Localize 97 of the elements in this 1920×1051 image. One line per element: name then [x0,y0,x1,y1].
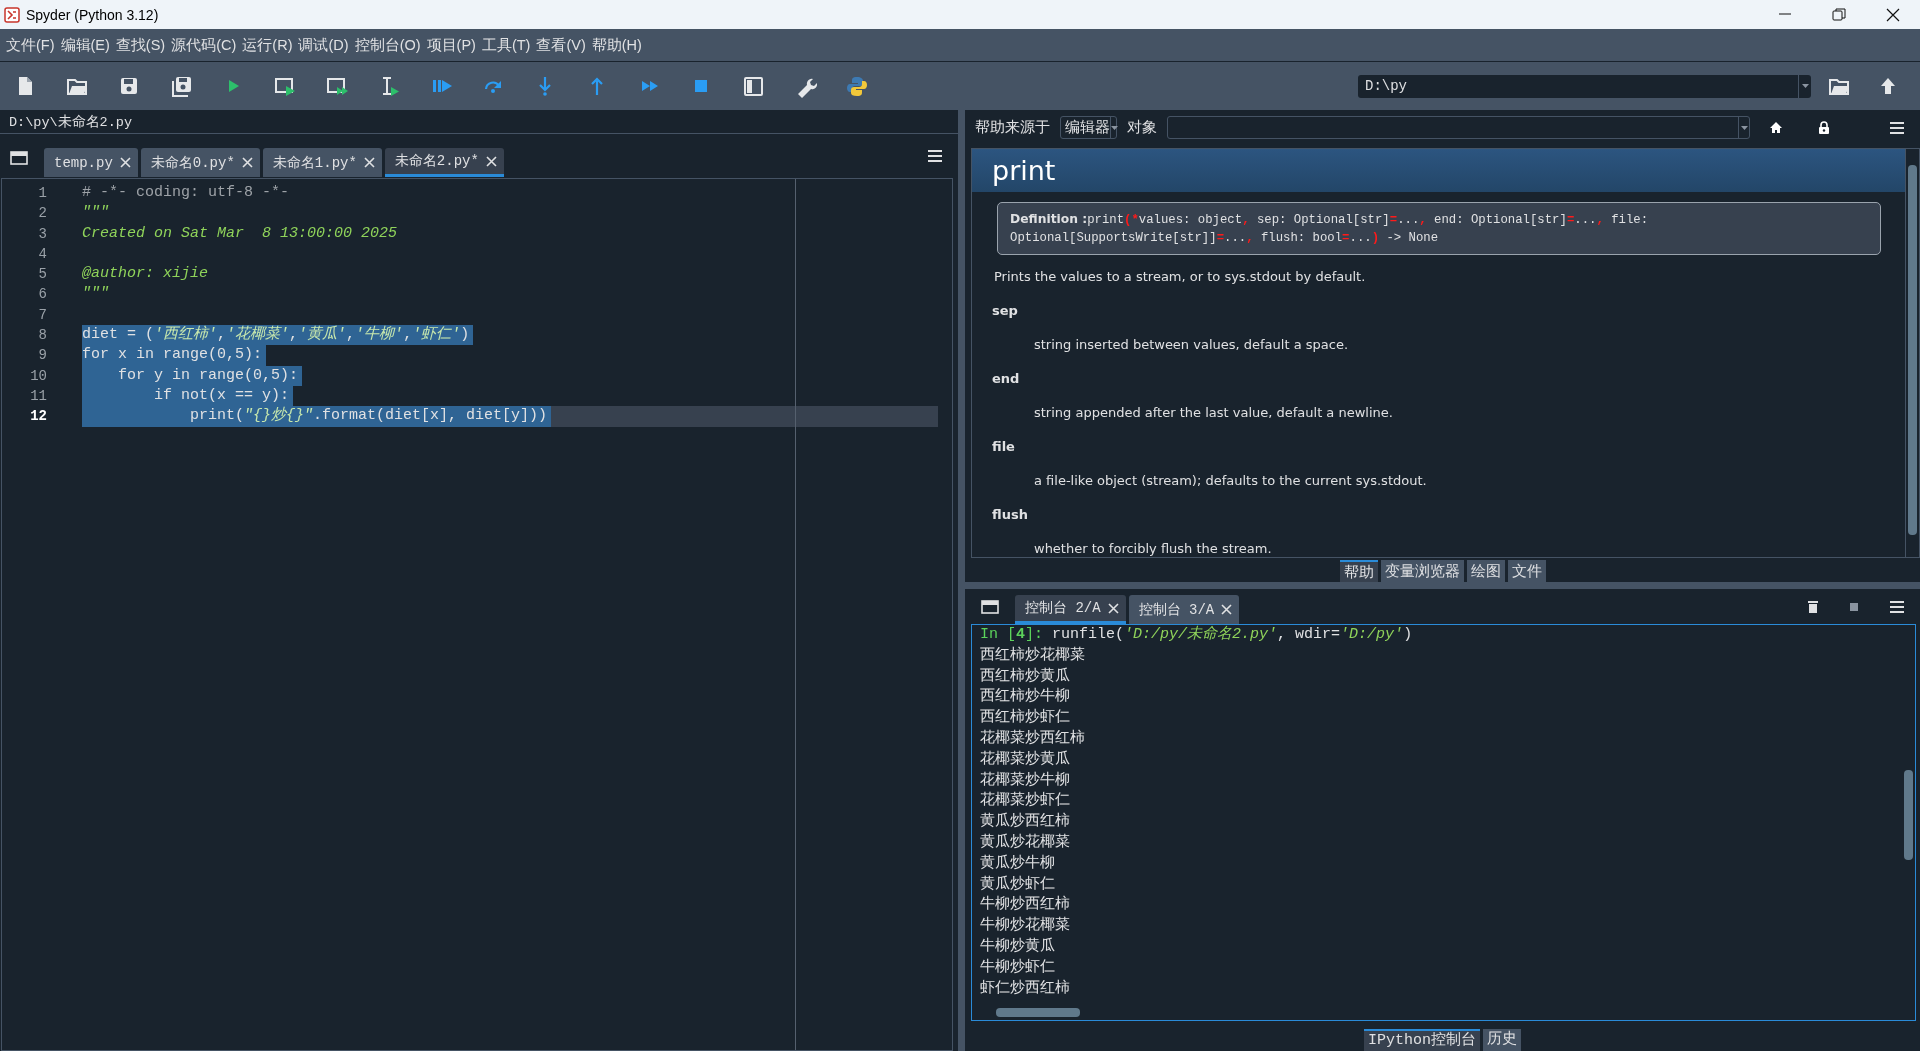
menu-item[interactable]: 帮助(H) [588,35,645,55]
console-output-line: 牛柳炒虾仁 [980,957,1056,978]
home-icon[interactable] [1770,122,1782,133]
line-number: 2 [37,204,47,224]
parameter-description: a file-like object (stream); defaults to the current sys.stdout. [1034,473,1428,488]
parameter-description: string appended after the last value, default a newline. [1034,405,1394,420]
console-output-line: 花椰菜炒虾仁 [980,791,1071,812]
line-number: 4 [37,244,47,264]
tab[interactable]: 未命名0.py* [140,148,260,177]
folder-icon[interactable] [1829,76,1850,96]
menu-item[interactable]: 控制台(O) [351,35,424,55]
console-output-line: 牛柳炒黄瓜 [980,936,1056,957]
file-path: D:\py\未命名2.py [9,113,132,131]
up-arrow-icon[interactable] [1880,77,1896,95]
tab[interactable]: temp.py [44,148,138,177]
menu-item[interactable]: 源代码(C) [168,35,240,55]
trash-icon[interactable] [1808,600,1818,613]
stop-icon[interactable] [1850,602,1858,611]
code-line: # -*- coding: utf-8 -*- [82,183,291,203]
console-output-line: 花椰菜炒西红柿 [980,729,1086,749]
parameter-description: string inserted between values, default a space. [1034,337,1350,352]
console-output-line: 黄瓜炒虾仁 [980,874,1056,895]
code-line: """ [82,284,110,305]
definition-box: Definition :print(*values: object, sep: Optional[str]=..., end: Optional[str]=..., file: Optional[SupportsWrite[str]]=..., flush: bool=...) -> None [997,202,1881,255]
pane-tab[interactable]: 帮助 [1339,560,1378,582]
line-number: 10 [29,366,47,386]
working-directory-field[interactable]: D:\py [1358,74,1811,98]
menu-icon[interactable] [928,149,942,162]
object-label: 对象 [1127,118,1157,137]
line-number: 3 [37,224,47,244]
source-dropdown[interactable]: 编辑器 [1060,116,1117,139]
app-logo-icon [4,6,20,23]
console-output-line: 黄瓜炒牛柳 [980,853,1056,874]
console-command: In [4]: runfile('D:/py/未命名2.py', wdir='D:/py') [980,625,1414,645]
source-label: 帮助来源于 [975,118,1050,137]
console-output-line: 花椰菜炒黄瓜 [980,749,1071,770]
pane-tab[interactable]: 文件 [1507,560,1546,582]
menu-item[interactable]: 编辑(E) [57,35,113,55]
console-output-line: 西红柿炒虾仁 [980,708,1071,729]
menu-item[interactable]: 运行(R) [239,35,296,55]
console-output-line: 牛柳炒西红柿 [980,895,1071,916]
menu-item[interactable]: 文件(F) [3,35,58,55]
console-output-line: 西红柿炒黄瓜 [980,666,1071,687]
restore-icon[interactable] [1832,7,1846,22]
console-output-line: 黄瓜炒西红柿 [980,812,1071,833]
console-output-line: 花椰菜炒牛柳 [980,770,1071,791]
menu-item[interactable]: 查看(V) [533,35,589,55]
close-icon[interactable] [1886,7,1900,22]
console-output-line: 虾仁炒西红柿 [980,978,1071,999]
line-number: 11 [29,386,47,406]
console-output-line: 西红柿炒花椰菜 [980,645,1086,666]
parameter-name: end [992,371,1021,386]
tab[interactable]: 控制台 2/A [1015,595,1126,624]
scrollbar[interactable] [1905,149,1919,557]
console-output-line: 西红柿炒牛柳 [980,687,1071,708]
console-output-line: 黄瓜炒花椰菜 [980,832,1071,853]
window-icon[interactable] [10,150,28,165]
dropdown-arrow-icon[interactable] [1801,84,1809,88]
menu-item[interactable]: 工具(T) [478,35,534,55]
code-line: Created on Sat Mar 8 13:00:00 2025 [82,223,399,244]
line-number: 9 [37,346,47,366]
parameter-name: flush [992,507,1029,522]
pane-tab[interactable]: 绘图 [1466,560,1505,582]
menu-item[interactable]: 查找(S) [112,35,169,55]
dropdown-arrow-icon[interactable] [1740,125,1748,130]
object-field[interactable] [1167,116,1750,139]
menu-item[interactable]: 项目(P) [423,35,479,55]
line-number: 5 [37,265,47,285]
line-number: 7 [37,305,47,325]
menu-icon[interactable] [1890,121,1904,134]
line-number: 12 [29,407,47,427]
panel-layout-icon[interactable] [742,74,765,98]
description: Prints the values to a stream, or to sys.stdout by default. [994,269,1367,284]
python-logo-icon[interactable] [846,74,869,98]
pane-tab[interactable]: 历史 [1483,1029,1521,1051]
tab[interactable]: 未命名1.py* [262,148,382,177]
pane-tab[interactable]: IPython控制台 [1364,1029,1480,1051]
dropdown-arrow-icon[interactable] [1111,125,1118,130]
parameter-description: whether to forcibly flush the stream. [1034,541,1273,556]
tab[interactable]: 控制台 3/A [1128,595,1240,624]
code-line: @author: xijie [82,264,210,285]
menu-item[interactable]: 调试(D) [295,35,352,55]
window-title: Spyder (Python 3.12) [26,6,160,23]
pane-tab[interactable]: 变量浏览器 [1380,560,1464,582]
line-number: 8 [37,326,47,346]
parameter-name: file [992,439,1016,454]
menu-icon[interactable] [1890,600,1904,613]
title-banner: print [972,149,1905,192]
line-number: 6 [37,285,47,305]
tab[interactable]: 未命名2.py* [384,148,504,177]
code-line: """ [82,203,110,224]
lock-icon[interactable] [1818,121,1830,134]
line-number: 1 [37,184,47,203]
parameter-name: sep [992,303,1019,318]
window-icon[interactable] [981,599,999,614]
console-output-line: 牛柳炒花椰菜 [980,916,1071,937]
save-all-icon[interactable] [170,74,193,98]
